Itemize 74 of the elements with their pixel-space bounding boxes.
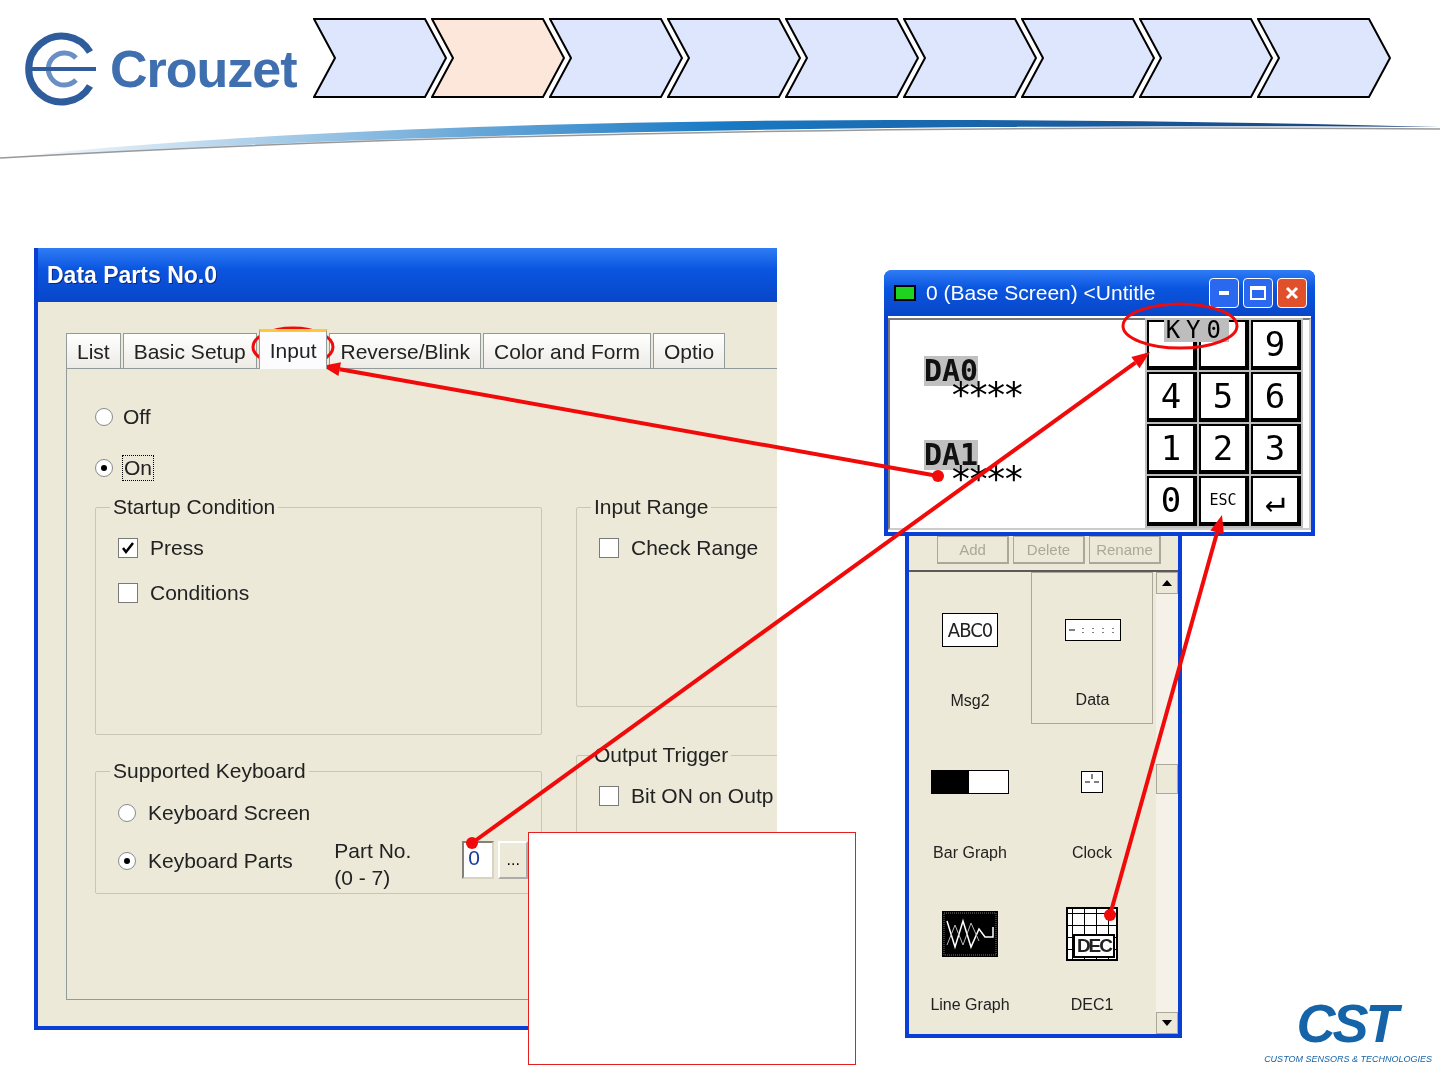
line-graph-icon <box>942 911 998 957</box>
parts-list-item[interactable]: Bar Graph <box>909 724 1031 876</box>
close-icon <box>1285 286 1299 300</box>
range-hint: (0 - 7) <box>334 865 392 891</box>
bar-graph-icon <box>931 770 1009 794</box>
group-title: Supported Keyboard <box>112 759 307 783</box>
scroll-up-icon[interactable] <box>1162 580 1172 586</box>
group-title: Startup Condition <box>112 495 277 519</box>
minimize-button[interactable] <box>1209 278 1239 308</box>
radio-button[interactable] <box>118 852 136 870</box>
field-label: Part No. <box>334 838 413 864</box>
text-box-icon: ABC0 <box>942 613 998 647</box>
radio-button[interactable] <box>95 458 113 477</box>
clock-display-icon <box>1081 771 1103 793</box>
close-button[interactable] <box>1277 278 1307 308</box>
checkbox[interactable] <box>599 785 619 806</box>
tab[interactable]: Reverse/Blink <box>329 333 482 368</box>
scrollbar[interactable] <box>1156 572 1178 1034</box>
radio-button[interactable] <box>95 407 113 426</box>
parts-list-item[interactable]: ABC0 Msg2 <box>909 572 1031 724</box>
radio-label: Keyboard Screen <box>148 801 311 825</box>
keypad-key: ↵ <box>1251 476 1301 526</box>
scroll-thumb[interactable] <box>1156 764 1178 794</box>
parts-list-item[interactable]: Line Graph <box>909 876 1031 1028</box>
screen-icon <box>894 285 916 301</box>
dialog-title: Data Parts No.0 <box>38 248 777 302</box>
maximize-button[interactable] <box>1243 278 1273 308</box>
checkbox-label: Press <box>150 535 204 560</box>
checkbox-label: Check Range <box>631 535 759 560</box>
minimize-icon <box>1219 291 1229 295</box>
tab[interactable]: Color and Form <box>483 333 651 368</box>
browse-button[interactable]: ... <box>498 841 529 879</box>
part-label: Bar Graph <box>933 844 1007 862</box>
keypad-key: 1 <box>1147 424 1197 474</box>
radio-label: Keyboard Parts <box>148 849 293 873</box>
tab[interactable]: Optio <box>652 333 726 368</box>
part-label: DEC1 <box>1070 996 1114 1014</box>
tab[interactable]: Basic Setup <box>122 333 257 368</box>
keypad-key: 3 <box>1251 424 1301 474</box>
numeric-field-icon <box>1064 619 1121 641</box>
keypad-key: 0 <box>1147 476 1197 526</box>
parts-list-item[interactable]: Clock <box>1031 724 1153 876</box>
part-label: Clock <box>1072 844 1112 862</box>
parts-list-item[interactable]: DEC DEC1 <box>1031 876 1153 1028</box>
company-logo: CST <box>1292 992 1404 1054</box>
group-title: Input Range <box>593 495 710 519</box>
keypad-icon: DEC <box>1066 907 1118 961</box>
window-title: 0 (Base Screen) <Untitle <box>926 281 1157 305</box>
keyboard-part-label: KY0 <box>1163 318 1229 342</box>
keypad-key: 5 <box>1199 372 1249 422</box>
part-number-field[interactable]: 0 <box>462 841 495 879</box>
parts-list-item[interactable]: Data <box>1031 572 1153 724</box>
scroll-down-icon[interactable] <box>1162 1020 1172 1026</box>
checkbox-label: Bit ON on Outp <box>631 783 774 808</box>
checkbox[interactable] <box>118 582 138 603</box>
keypad-key: 4 <box>1147 372 1197 422</box>
radio-label: On <box>123 455 153 480</box>
tab[interactable]: List <box>66 333 121 368</box>
checkbox-label: Conditions <box>150 580 250 605</box>
part-label: Msg2 <box>950 692 990 710</box>
keypad-key: 2 <box>1199 424 1249 474</box>
maximize-icon <box>1250 286 1266 300</box>
radio-button[interactable] <box>118 804 136 822</box>
part-label: Data <box>1075 691 1110 709</box>
part-label: Line Graph <box>930 996 1010 1014</box>
radio-label: Off <box>123 404 151 429</box>
tab[interactable]: Input <box>258 329 328 369</box>
brand-name: Crouzet <box>110 39 297 99</box>
checkbox[interactable] <box>599 537 619 558</box>
logo-tagline: CUSTOM SENSORS & TECHNOLOGIES <box>1264 1054 1432 1064</box>
keypad-key: 6 <box>1251 372 1301 422</box>
checkbox[interactable] <box>118 537 138 558</box>
keypad-key: ESC <box>1199 476 1249 526</box>
keypad-key: 9 <box>1251 320 1301 370</box>
